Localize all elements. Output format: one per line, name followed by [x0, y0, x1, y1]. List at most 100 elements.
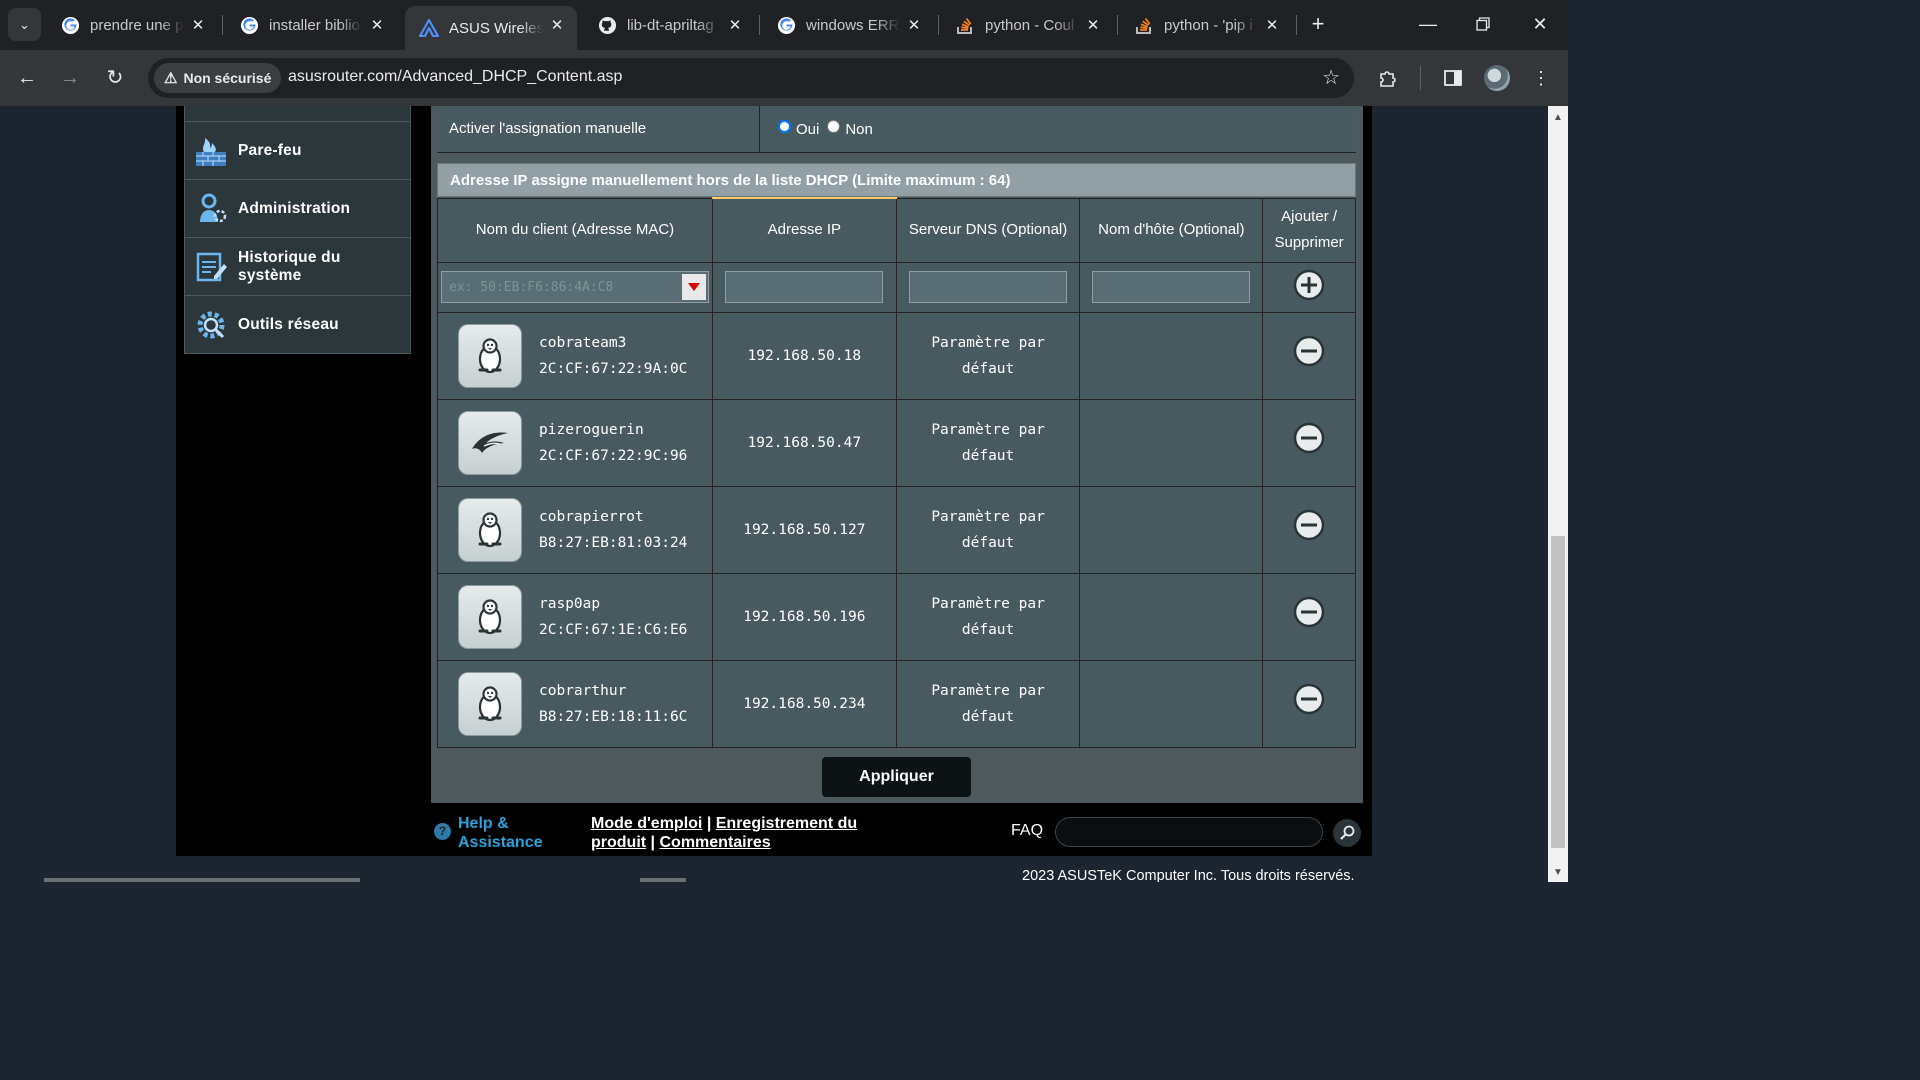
- scroll-down-icon[interactable]: ▼: [1553, 867, 1563, 878]
- profile-avatar[interactable]: [1484, 65, 1510, 91]
- remove-entry-button[interactable]: [1293, 422, 1325, 454]
- ip-cell: 192.168.50.47: [711, 398, 897, 487]
- header-ip: Adresse IP: [711, 197, 897, 263]
- rog-logo-icon[interactable]: [458, 410, 522, 475]
- manual-assignment-row: Activer l'assignation manuelle Oui Non: [437, 106, 1356, 153]
- linux-penguin-icon[interactable]: [458, 671, 522, 736]
- more-vert-icon: ⋮: [1532, 68, 1550, 88]
- client-name: pizeroguerin: [539, 421, 644, 438]
- tab-title: installer biblio: [269, 16, 360, 34]
- back-button[interactable]: ←: [13, 64, 41, 92]
- close-icon[interactable]: ✕: [367, 15, 387, 35]
- vertical-scrollbar[interactable]: ▲ ▼: [1548, 106, 1568, 882]
- tab-separator: [938, 15, 939, 35]
- tab-title: lib-dt-apriltag: [627, 16, 714, 34]
- apply-button[interactable]: Appliquer: [822, 757, 971, 797]
- close-icon[interactable]: ✕: [547, 15, 567, 35]
- table-row: cobrapierrot B8:27:EB:81:03:24 192.168.50.…: [437, 485, 1356, 574]
- browser-tab[interactable]: installer biblio ✕: [225, 6, 397, 44]
- link-user-manual[interactable]: Mode d'emploi: [591, 815, 702, 832]
- google-icon: [60, 15, 80, 35]
- address-bar[interactable]: ⚠ Non sécurisé asusrouter.com/Advanced_D…: [148, 58, 1354, 98]
- browser-tab[interactable]: windows ERRO ✕: [762, 6, 934, 44]
- hostname-input[interactable]: [1092, 271, 1251, 303]
- tab-search-button[interactable]: ⌄: [8, 8, 41, 41]
- sidebar-item-network-tools[interactable]: Outils réseau: [184, 296, 411, 354]
- ip-address-input[interactable]: [725, 271, 884, 303]
- minimize-button[interactable]: —: [1414, 10, 1442, 38]
- table-input-row: ex: 50:EB:F6:86:4A:C8: [437, 261, 1356, 313]
- manual-assignment-options: Oui Non: [759, 106, 1356, 153]
- close-icon[interactable]: ✕: [1262, 15, 1282, 35]
- scrollbar-thumb[interactable]: [1551, 536, 1565, 848]
- linux-penguin-icon[interactable]: [458, 323, 522, 388]
- browser-tab[interactable]: python - 'pip i ✕: [1120, 6, 1292, 44]
- close-icon[interactable]: ✕: [188, 15, 208, 35]
- mac-address-input[interactable]: ex: 50:EB:F6:86:4A:C8: [441, 271, 709, 303]
- dns-line1: Paramètre par: [931, 595, 1045, 612]
- sidebar-item-label: Historique du système: [238, 248, 341, 284]
- page-bottom-bar: [44, 878, 360, 882]
- client-mac: 2C:CF:67:22:9A:0C: [539, 360, 688, 377]
- close-icon[interactable]: ✕: [1083, 15, 1103, 35]
- close-icon[interactable]: ✕: [725, 15, 745, 35]
- puzzle-icon: [1380, 71, 1396, 87]
- browser-tab-active[interactable]: ASUS Wireless ✕: [405, 6, 577, 50]
- table-body: cobrateam3 2C:CF:67:22:9A:0C 192.168.50.18…: [437, 311, 1356, 748]
- mac-placeholder: ex: 50:EB:F6:86:4A:C8: [449, 280, 614, 295]
- tab-title: python - 'pip i: [1164, 16, 1253, 34]
- administration-icon: [200, 193, 227, 222]
- add-entry-button[interactable]: [1293, 269, 1325, 301]
- sidebar-item-firewall[interactable]: Pare-feu: [184, 122, 411, 180]
- firewall-icon: [196, 137, 226, 166]
- remove-entry-button[interactable]: [1293, 683, 1325, 715]
- link-feedback[interactable]: Commentaires: [659, 834, 770, 851]
- sidebar-item-label: Pare-feu: [238, 141, 302, 159]
- forward-button[interactable]: →: [56, 64, 84, 92]
- remove-entry-button[interactable]: [1293, 335, 1325, 367]
- security-chip[interactable]: ⚠ Non sécurisé: [154, 63, 282, 93]
- sidebar-item-system-log[interactable]: Historique du système: [184, 238, 411, 296]
- sidebar-item-administration[interactable]: Administration: [184, 180, 411, 238]
- ip-cell: 192.168.50.234: [711, 659, 897, 748]
- side-panel-icon: [1444, 70, 1462, 86]
- bookmark-star-icon[interactable]: ☆: [1322, 65, 1340, 90]
- link-separator: |: [706, 815, 712, 832]
- reload-button[interactable]: ↻: [101, 64, 129, 92]
- browser-toolbar: ← → ↻ ⚠ Non sécurisé asusrouter.com/Adva…: [0, 50, 1568, 106]
- side-panel-button[interactable]: [1439, 64, 1467, 92]
- radio-yes[interactable]: [778, 120, 791, 133]
- extensions-button[interactable]: [1374, 64, 1402, 92]
- browser-tab[interactable]: prendre une p ✕: [46, 6, 218, 44]
- dns-server-input[interactable]: [909, 271, 1068, 303]
- tab-separator: [222, 15, 223, 35]
- table-header-row: Nom du client (Adresse MAC) Adresse IP S…: [437, 197, 1356, 263]
- close-window-button[interactable]: ✕: [1526, 10, 1554, 38]
- remove-entry-button[interactable]: [1293, 596, 1325, 628]
- linux-penguin-icon[interactable]: [458, 584, 522, 649]
- new-tab-button[interactable]: +: [1306, 12, 1330, 36]
- client-cell: cobrapierrot B8:27:EB:81:03:24: [438, 497, 712, 562]
- tab-title: windows ERRO: [806, 16, 900, 34]
- linux-penguin-icon[interactable]: [458, 497, 522, 562]
- radio-no[interactable]: [827, 120, 841, 133]
- dns-cell: Paramètre par défaut: [895, 485, 1081, 574]
- faq-search-input[interactable]: [1055, 817, 1323, 847]
- remove-entry-button[interactable]: [1293, 509, 1325, 541]
- client-name: cobrarthur: [539, 682, 627, 699]
- stackoverflow-icon: [1134, 15, 1154, 35]
- table-title: Adresse IP assigne manuellement hors de …: [437, 163, 1356, 197]
- close-icon[interactable]: ✕: [904, 15, 924, 35]
- faq-search-button[interactable]: [1333, 819, 1361, 847]
- url-text[interactable]: asusrouter.com/Advanced_DHCP_Content.asp: [288, 68, 622, 86]
- dropdown-arrow-icon[interactable]: [682, 274, 706, 300]
- client-cell: cobrarthur B8:27:EB:18:11:6C: [438, 671, 712, 736]
- client-info: cobrapierrot B8:27:EB:81:03:24: [539, 504, 687, 556]
- browser-tab[interactable]: lib-dt-apriltag ✕: [583, 6, 755, 44]
- browser-tab[interactable]: python - Coul ✕: [941, 6, 1113, 44]
- toolbar-divider: [1420, 66, 1421, 90]
- browser-menu-button[interactable]: ⋮: [1527, 64, 1555, 92]
- restore-button[interactable]: [1469, 10, 1497, 38]
- scroll-up-icon[interactable]: ▲: [1553, 112, 1563, 123]
- help-assistance-link[interactable]: Help & Assistance: [458, 814, 568, 852]
